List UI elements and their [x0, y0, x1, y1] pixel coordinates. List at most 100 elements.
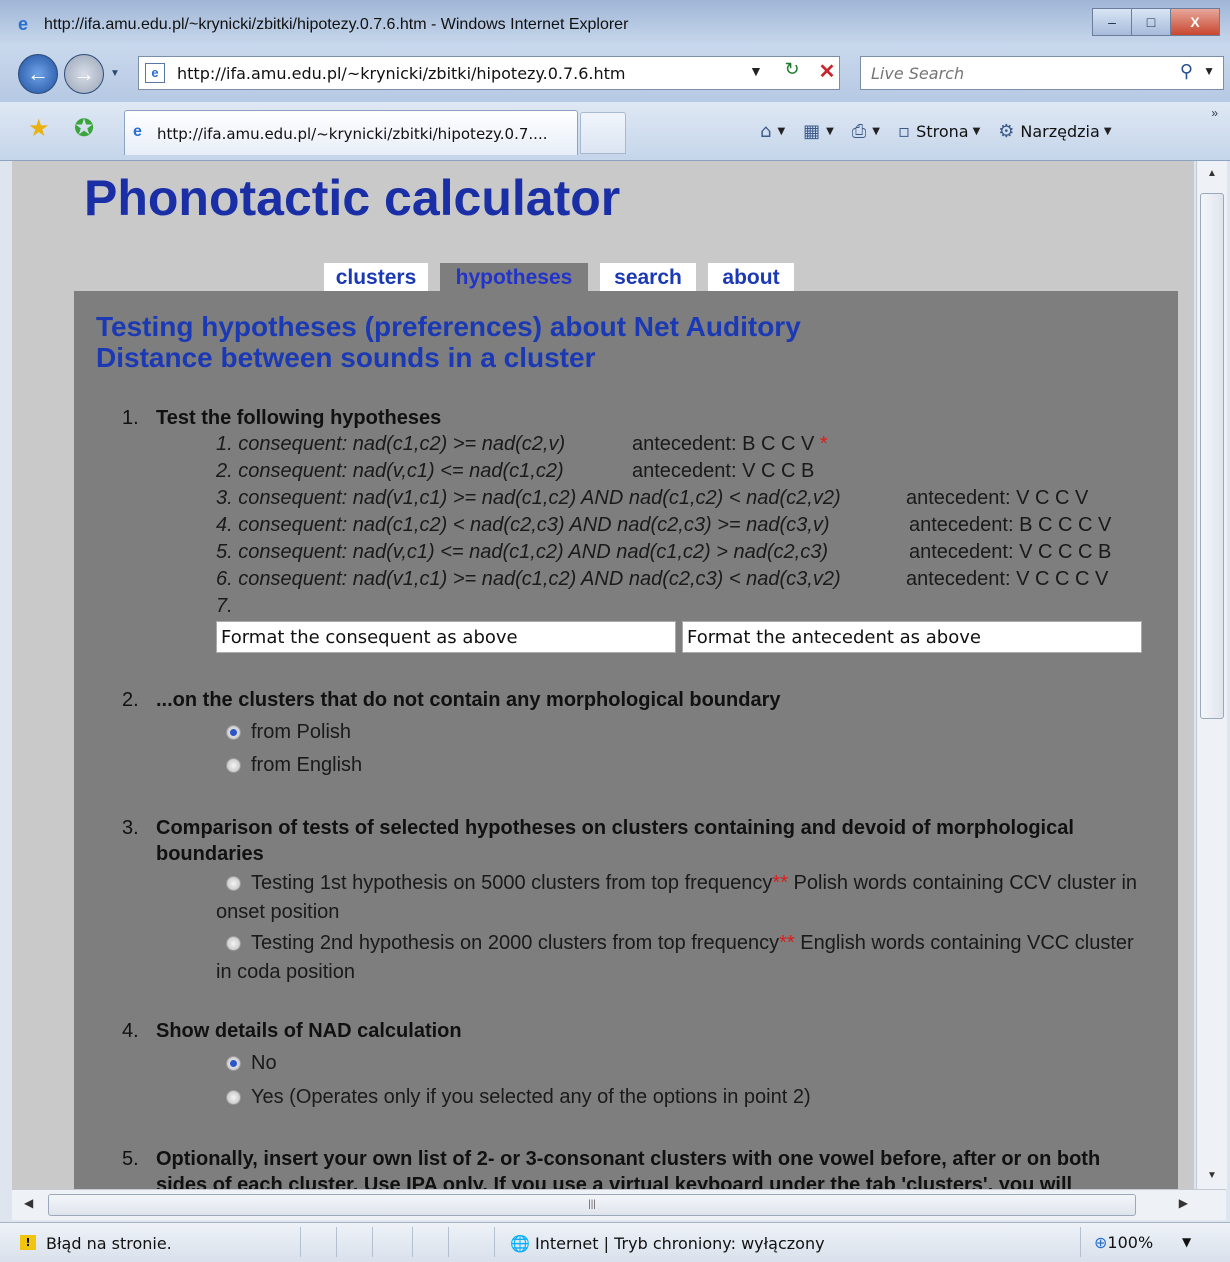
- stop-icon[interactable]: ✕: [815, 59, 839, 85]
- warning-icon[interactable]: !: [20, 1235, 36, 1250]
- globe-icon: 🌐: [510, 1234, 530, 1253]
- new-tab-button[interactable]: [580, 112, 626, 154]
- radio-button[interactable]: [226, 1090, 241, 1105]
- tab-title: http://ifa.amu.edu.pl/~krynicki/zbitki/h…: [157, 125, 548, 143]
- horizontal-scrollbar[interactable]: ◀ ||| ▶: [12, 1189, 1226, 1220]
- radio-button-selected[interactable]: [226, 1056, 241, 1071]
- forward-button[interactable]: →: [64, 54, 104, 94]
- scroll-up-button[interactable]: ▲: [1197, 161, 1227, 187]
- recent-pages-dropdown[interactable]: ▼: [110, 68, 120, 79]
- minimize-button[interactable]: –: [1092, 8, 1132, 36]
- section-number: 1.: [122, 407, 139, 429]
- hypothesis-4-consequent: 4. consequent: nad(c1,c2) < nad(c2,c3) A…: [216, 514, 830, 536]
- option-text: Testing 2nd hypothesis on 2000 clusters …: [251, 932, 780, 954]
- tab-clusters[interactable]: clusters: [324, 263, 428, 293]
- antecedent-input[interactable]: [683, 622, 1141, 652]
- hypothesis-3-consequent: 3. consequent: nad(v1,c1) >= nad(c1,c2) …: [216, 487, 841, 509]
- ie-page-icon: e: [133, 123, 142, 140]
- consequent-input[interactable]: [217, 622, 675, 652]
- close-button[interactable]: X: [1170, 8, 1220, 36]
- page-content: Phonotactic calculator clusters hypothes…: [12, 161, 1194, 1189]
- option-text-cont: Polish words containing CCV cluster in: [787, 872, 1138, 894]
- scroll-left-button[interactable]: ◀: [24, 1196, 33, 1210]
- comparison-option-2[interactable]: Testing 2nd hypothesis on 2000 clusters …: [216, 929, 1146, 987]
- home-icon[interactable]: ⌂: [760, 121, 771, 142]
- search-magnifier-icon[interactable]: ⚲: [1180, 61, 1193, 82]
- tools-menu-button[interactable]: Narzędzia: [1020, 122, 1099, 141]
- maximize-button[interactable]: □: [1131, 8, 1171, 36]
- search-input[interactable]: [869, 60, 1163, 86]
- tools-gear-icon[interactable]: ⚙: [998, 121, 1014, 142]
- security-zone[interactable]: 🌐 Internet | Tryb chroniony: wyłączony: [510, 1234, 825, 1253]
- radio-label: from Polish: [251, 721, 352, 743]
- section-number: 5.: [122, 1148, 139, 1170]
- zoom-dropdown[interactable]: ▼: [1182, 1235, 1191, 1249]
- status-bar: ! Błąd na stronie. 🌐 Internet | Tryb chr…: [0, 1222, 1230, 1262]
- refresh-icon[interactable]: ↻: [779, 59, 805, 85]
- hypothesis-3-antecedent: antecedent: V C C V: [906, 487, 1089, 509]
- section-number: 3.: [122, 817, 139, 839]
- radio-details-no[interactable]: No: [226, 1052, 277, 1075]
- hypothesis-4-antecedent: antecedent: B C C C V: [909, 514, 1112, 536]
- section-heading-line1: Testing hypotheses (preferences) about N…: [96, 311, 801, 342]
- radio-label: Yes (Operates only if you selected any o…: [251, 1086, 811, 1108]
- feeds-icon[interactable]: ▦: [803, 121, 820, 142]
- print-icon[interactable]: ⎙: [852, 121, 866, 142]
- comparison-option-1[interactable]: Testing 1st hypothesis on 5000 clusters …: [216, 869, 1146, 927]
- zoom-level[interactable]: ⊕100%: [1094, 1233, 1153, 1252]
- hypothesis-1-consequent: 1. consequent: nad(c1,c2) >= nad(c2,v): [216, 433, 566, 455]
- footnote-asterisks: **: [779, 932, 795, 954]
- page-icon: e: [145, 63, 165, 83]
- chevron-more-icon[interactable]: »: [1211, 106, 1218, 120]
- tab-about[interactable]: about: [708, 263, 794, 293]
- search-box: ⚲ ▼: [860, 56, 1224, 90]
- section-heading-line2: Distance between sounds in a cluster: [96, 342, 596, 373]
- hypotheses-panel: Testing hypotheses (preferences) about N…: [74, 291, 1178, 1189]
- radio-button[interactable]: [226, 936, 241, 952]
- feeds-dropdown[interactable]: ▼: [826, 126, 834, 137]
- section-1-heading: 1. Test the following hypotheses: [122, 407, 441, 430]
- home-dropdown[interactable]: ▼: [777, 126, 785, 137]
- section-title: ...on the clusters that do not contain a…: [156, 689, 781, 711]
- scroll-right-button[interactable]: ▶: [1179, 1196, 1188, 1210]
- radio-details-yes[interactable]: Yes (Operates only if you selected any o…: [226, 1086, 811, 1109]
- print-dropdown[interactable]: ▼: [872, 126, 880, 137]
- scroll-down-button[interactable]: ▼: [1197, 1163, 1227, 1189]
- radio-button[interactable]: [226, 876, 241, 892]
- status-message[interactable]: Błąd na stronie.: [46, 1234, 172, 1253]
- consequent-field: [216, 621, 676, 653]
- hypothesis-6-consequent: 6. consequent: nad(v1,c1) >= nad(c1,c2) …: [216, 568, 841, 590]
- page-menu-icon[interactable]: ▫: [898, 121, 910, 142]
- radio-button-selected[interactable]: [226, 725, 241, 740]
- window-title-bar: e http://ifa.amu.edu.pl/~krynicki/zbitki…: [0, 0, 1230, 46]
- add-favorites-icon[interactable]: ✪: [74, 114, 94, 143]
- browser-tab[interactable]: e http://ifa.amu.edu.pl/~krynicki/zbitki…: [124, 110, 578, 155]
- search-options-dropdown[interactable]: ▼: [1203, 64, 1215, 78]
- section-3-heading: 3. Comparison of tests of selected hypoth…: [122, 815, 1074, 867]
- section-number: 2.: [122, 689, 139, 711]
- navigation-bar: ← → ▼ e ▼ ↻ ✕ ⚲ ▼: [0, 46, 1230, 102]
- radio-from-polish[interactable]: from Polish: [226, 721, 351, 744]
- tools-menu-dropdown[interactable]: ▼: [1104, 126, 1112, 137]
- page-menu-button[interactable]: Strona: [916, 122, 968, 141]
- section-title: Test the following hypotheses: [156, 407, 442, 429]
- radio-button[interactable]: [226, 758, 241, 773]
- vertical-scrollbar[interactable]: ▲ ▼: [1196, 161, 1227, 1189]
- back-arrow-icon: ←: [27, 61, 49, 86]
- ie-logo-icon: e: [18, 14, 29, 34]
- tab-hypotheses[interactable]: hypotheses: [440, 263, 588, 293]
- address-input[interactable]: [175, 60, 739, 86]
- horizontal-scroll-thumb[interactable]: |||: [48, 1194, 1136, 1216]
- section-heading: Testing hypotheses (preferences) about N…: [96, 311, 876, 373]
- option-text-line2: in coda position: [216, 961, 355, 983]
- tab-search[interactable]: search: [600, 263, 696, 293]
- command-bar: ⌂ ▼ ▦ ▼ ⎙ ▼ ▫ Strona ▼ ⚙ Narzędzia ▼: [760, 116, 1130, 146]
- radio-from-english[interactable]: from English: [226, 754, 362, 777]
- address-dropdown[interactable]: ▼: [749, 63, 763, 79]
- page-menu-dropdown[interactable]: ▼: [973, 126, 981, 137]
- back-button[interactable]: ←: [18, 54, 58, 94]
- footnote-asterisk: *: [819, 433, 828, 455]
- favorites-star-icon[interactable]: ★: [28, 114, 50, 143]
- vertical-scroll-thumb[interactable]: [1200, 193, 1224, 719]
- option-text-cont: English words containing VCC cluster: [794, 932, 1134, 954]
